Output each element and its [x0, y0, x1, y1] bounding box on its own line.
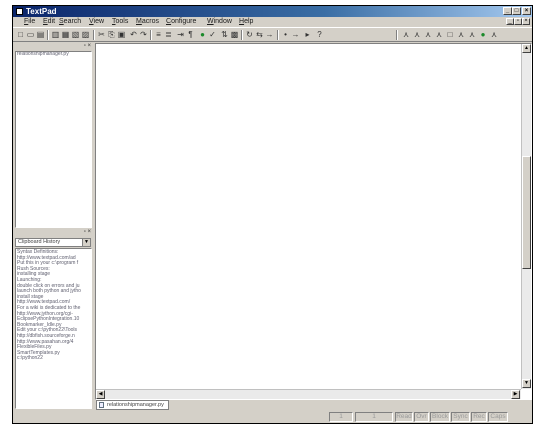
vertical-scrollbar[interactable]: ▲ ▼	[521, 44, 531, 389]
tool-4-icon[interactable]: ⋏	[434, 30, 444, 40]
menu-edit[interactable]: Edit	[43, 17, 55, 27]
find-in-files-icon[interactable]: →	[265, 30, 274, 40]
new-file-icon[interactable]: □	[16, 30, 25, 40]
sort-icon[interactable]: ⇅	[220, 30, 229, 40]
toolbar-separator	[241, 30, 243, 40]
clip-library-panel: Syntax Definitions: http://www.textpad.c…	[15, 248, 92, 409]
tool-6-icon[interactable]: ⋏	[456, 30, 466, 40]
status-col: 1	[355, 412, 393, 422]
page-setup-icon[interactable]: ▨	[81, 30, 90, 40]
cut-icon[interactable]: ✂	[97, 30, 106, 40]
bookmark-icon[interactable]: •	[281, 30, 290, 40]
toolbar-separator	[396, 30, 398, 40]
tool-3-icon[interactable]: ⋏	[423, 30, 433, 40]
horizontal-scrollbar[interactable]: ◀ ▶	[96, 389, 521, 399]
editor-area[interactable]: ▲ ▼ ◀ ▶	[95, 43, 532, 400]
status-rec: Rec	[471, 412, 487, 422]
tab-icon[interactable]: ⇥	[176, 30, 185, 40]
status-caps: Caps	[488, 412, 508, 422]
menu-bar: File Edit Search View Tools Macros Confi…	[13, 17, 532, 27]
doc-restore-button[interactable]: ▫	[514, 18, 522, 25]
indent-icon[interactable]: ≣	[164, 30, 173, 40]
file-panel-close-icon[interactable]: ▫ ×	[71, 43, 91, 50]
tool-2-icon[interactable]: ⋏	[412, 30, 422, 40]
textpad-app-icon	[16, 8, 23, 15]
clip-library-value: Clipboard History	[18, 239, 61, 245]
redo-icon[interactable]: ↷	[139, 30, 148, 40]
menu-view[interactable]: View	[89, 17, 104, 27]
doc-close-button[interactable]: ×	[522, 18, 530, 25]
save-all-icon[interactable]: ▥	[51, 30, 60, 40]
tool-9-icon[interactable]: ⋏	[489, 30, 499, 40]
scroll-right-icon[interactable]: ▶	[511, 390, 520, 399]
print-icon[interactable]: ▦	[61, 30, 70, 40]
clip-library-select[interactable]: Clipboard History ▼	[15, 238, 91, 247]
tool-7-icon[interactable]: ⋏	[467, 30, 477, 40]
window-title: TextPad	[26, 7, 57, 16]
minimize-button[interactable]: _	[503, 7, 512, 15]
find-icon[interactable]: ↻	[245, 30, 254, 40]
toolbar-separator	[93, 30, 95, 40]
paste-icon[interactable]: ▣	[117, 30, 126, 40]
menu-configure[interactable]: Configure	[166, 17, 196, 27]
toolbar: □ ▭ ▤ ▥ ▦ ▧ ▨ ✂ ⎘ ▣ ↶ ↷ ≡ ≣ ⇥ ¶ ● ✓ ⇅ ▩ …	[13, 27, 532, 42]
copy-icon[interactable]: ⎘	[107, 30, 116, 40]
maximize-button[interactable]: □	[512, 7, 521, 15]
scroll-up-icon[interactable]: ▲	[522, 44, 531, 53]
file-icon	[99, 402, 104, 408]
chevron-down-icon[interactable]: ▼	[82, 239, 90, 246]
tool-5-icon[interactable]: □	[445, 30, 455, 40]
menu-tools[interactable]: Tools	[112, 17, 128, 27]
visible-spaces-icon[interactable]: ¶	[186, 30, 195, 40]
textpad-window: TextPad _ □ × File Edit Search View Tool…	[12, 5, 533, 424]
check-icon[interactable]: ✓	[208, 30, 217, 40]
toolbar-separator	[277, 30, 279, 40]
tool-8-icon[interactable]: ●	[478, 30, 488, 40]
menu-file[interactable]: File	[24, 17, 35, 27]
status-bar: 1 1 Read Ovr Block Sync Rec Caps	[13, 411, 532, 423]
outdent-icon[interactable]: ≡	[154, 30, 163, 40]
menu-macros[interactable]: Macros	[136, 17, 159, 27]
status-sync: Sync	[451, 412, 470, 422]
document-tab[interactable]: relationshipmanager.py	[96, 400, 169, 410]
play-macro-icon[interactable]: ▸	[303, 30, 312, 40]
next-bookmark-icon[interactable]: →	[291, 30, 300, 40]
status-read: Read	[395, 412, 413, 422]
compare-icon[interactable]: ▩	[230, 30, 239, 40]
replace-icon[interactable]: ⇆	[255, 30, 264, 40]
menu-window[interactable]: Window	[207, 17, 232, 27]
status-block: Block	[430, 412, 450, 422]
menu-search[interactable]: Search	[59, 17, 81, 27]
status-line: 1	[329, 412, 353, 422]
document-tab-label: relationshipmanager.py	[107, 402, 164, 408]
open-file-icon[interactable]: ▭	[26, 30, 35, 40]
file-list-item[interactable]: relationshipmanager.py	[16, 52, 91, 58]
spelling-icon[interactable]: ●	[198, 30, 207, 40]
scrollbar-thumb[interactable]	[522, 156, 531, 269]
toolbar-separator	[47, 30, 49, 40]
undo-icon[interactable]: ↶	[129, 30, 138, 40]
close-button[interactable]: ×	[522, 7, 531, 15]
title-bar[interactable]: TextPad _ □ ×	[13, 6, 532, 17]
menu-help[interactable]: Help	[239, 17, 253, 27]
clip-entry[interactable]: c:\python22	[16, 356, 91, 362]
status-ovr: Ovr	[414, 412, 429, 422]
save-icon[interactable]: ▤	[36, 30, 45, 40]
document-selector-panel: relationshipmanager.py	[15, 51, 92, 228]
clip-panel-close-icon[interactable]: ▫ ×	[71, 229, 91, 236]
toolbar-separator	[150, 30, 152, 40]
scroll-down-icon[interactable]: ▼	[522, 379, 531, 388]
doc-minimize-button[interactable]: _	[506, 18, 514, 25]
scroll-left-icon[interactable]: ◀	[96, 390, 105, 399]
help-icon[interactable]: ?	[315, 30, 324, 40]
tool-1-icon[interactable]: ⋏	[401, 30, 411, 40]
print-preview-icon[interactable]: ▧	[71, 30, 80, 40]
